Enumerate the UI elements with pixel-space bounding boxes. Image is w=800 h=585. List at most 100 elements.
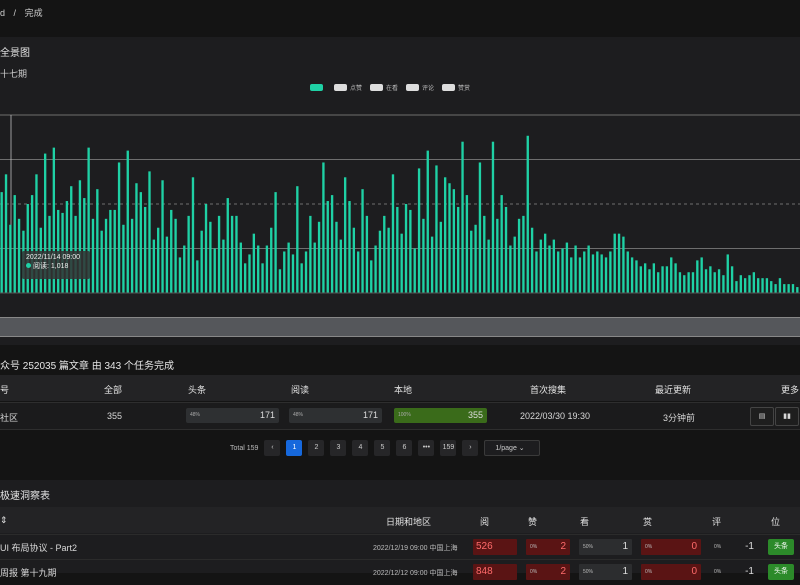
chart-bar[interactable] <box>157 227 160 293</box>
chart-bar[interactable] <box>517 218 521 293</box>
chart-bar[interactable] <box>543 233 547 293</box>
chart-bar[interactable] <box>230 215 234 293</box>
chart-bar[interactable] <box>400 233 403 293</box>
chart-bar[interactable] <box>535 251 538 293</box>
page-1[interactable]: 1 <box>286 440 303 456</box>
chart-bar[interactable] <box>335 221 338 293</box>
chart-bar[interactable] <box>583 251 586 293</box>
chart-bar[interactable] <box>504 206 508 293</box>
chart-bar[interactable] <box>496 218 499 293</box>
chart-bar[interactable] <box>65 201 69 293</box>
chart-bar[interactable] <box>722 275 725 293</box>
chart-bar[interactable] <box>691 272 695 293</box>
chart-bar[interactable] <box>304 251 308 293</box>
chart-bar[interactable] <box>217 215 221 293</box>
col-header-shang[interactable]: 赏 <box>643 515 652 528</box>
chart-bar[interactable] <box>678 272 682 293</box>
chart-bar[interactable] <box>235 215 238 293</box>
chart-bar[interactable] <box>196 260 199 293</box>
chart-bar[interactable] <box>713 272 716 293</box>
chart-bar[interactable] <box>265 245 269 293</box>
chart-bar[interactable] <box>252 233 256 293</box>
chart-bar[interactable] <box>513 236 516 293</box>
col-header-updated[interactable]: 最近更新 <box>655 383 691 396</box>
chart-bar[interactable] <box>270 227 273 293</box>
chart-bar[interactable] <box>191 177 195 293</box>
chart-bar[interactable] <box>565 242 569 293</box>
chart-bar[interactable] <box>9 224 12 293</box>
chart-bar[interactable] <box>639 266 642 293</box>
chart-bar[interactable] <box>765 278 769 293</box>
chart-bar[interactable] <box>596 251 599 293</box>
export-file-button[interactable]: ▤ <box>750 407 774 426</box>
col-header-zan[interactable]: 赞 <box>528 515 537 528</box>
page-ellipsis[interactable]: ••• <box>418 440 435 456</box>
chart-bar[interactable] <box>548 245 551 293</box>
chart-bar[interactable] <box>404 204 408 293</box>
chart-bar[interactable] <box>643 263 647 293</box>
chart-bar[interactable] <box>557 251 560 293</box>
chart-bar[interactable] <box>409 209 412 293</box>
chart-bar[interactable] <box>357 251 360 293</box>
chart-bar[interactable] <box>683 275 686 293</box>
chart-bar[interactable] <box>617 233 621 293</box>
chart-bar[interactable] <box>287 242 290 293</box>
chart-bar[interactable] <box>374 245 377 293</box>
chart-bar[interactable] <box>670 257 673 293</box>
chart-bar[interactable] <box>383 215 386 293</box>
chart-bar[interactable] <box>170 209 173 293</box>
chart-bar[interactable] <box>296 186 299 293</box>
chart-bar[interactable] <box>483 215 486 293</box>
list-item[interactable]: 周报 第十九期 2022/12/12 09:00 中国上海 848 0% 2 50… <box>0 559 800 585</box>
chart-bar[interactable] <box>604 257 608 293</box>
chart-bar[interactable] <box>309 215 312 293</box>
chart-bar[interactable] <box>622 236 625 293</box>
chart-bar[interactable] <box>652 263 656 293</box>
chart-bar[interactable] <box>600 254 603 293</box>
chart-bar[interactable] <box>291 254 295 293</box>
chart-bar[interactable] <box>26 204 29 293</box>
chart-bar[interactable] <box>609 251 612 293</box>
col-header-ping[interactable]: 评 <box>712 515 721 528</box>
chart-bar[interactable] <box>257 245 260 293</box>
chart-bar[interactable] <box>657 272 660 293</box>
chart-bar[interactable] <box>470 230 473 293</box>
chart-bar[interactable] <box>465 195 469 293</box>
chart-bar[interactable] <box>122 224 125 293</box>
page-3[interactable]: 3 <box>330 440 347 456</box>
chart-bar[interactable] <box>117 162 121 293</box>
chart-bar[interactable] <box>787 284 790 293</box>
chart-bar[interactable] <box>574 245 577 293</box>
col-header-pos[interactable]: 位 <box>771 515 780 528</box>
chart-bar[interactable] <box>339 239 342 293</box>
chart-bar[interactable] <box>422 218 425 293</box>
page-6[interactable]: 6 <box>396 440 413 456</box>
chart-bar[interactable] <box>243 263 247 293</box>
chart-bar[interactable] <box>326 201 329 293</box>
chart-bar[interactable] <box>478 162 482 293</box>
chart-bar[interactable] <box>204 204 208 293</box>
chart-bar[interactable] <box>474 224 477 293</box>
page-last[interactable]: 159 <box>440 440 457 456</box>
chart-bar[interactable] <box>491 141 495 293</box>
chart-bar[interactable] <box>522 215 525 293</box>
chart-bar[interactable] <box>791 284 795 293</box>
chart-bar[interactable] <box>317 221 321 293</box>
col-header-first[interactable]: 首次搜集 <box>530 383 566 396</box>
col-header-date[interactable]: 日期和地区 <box>386 515 431 528</box>
chart-bar[interactable] <box>174 218 177 293</box>
chart-bar[interactable] <box>648 269 651 293</box>
chart-bar[interactable] <box>226 198 229 293</box>
chart-bar[interactable] <box>709 266 712 293</box>
chart-bar[interactable] <box>322 162 325 293</box>
chart-bar[interactable] <box>665 266 669 293</box>
chart-bar[interactable] <box>130 218 134 293</box>
chart-bar[interactable] <box>91 218 95 293</box>
chart-bar[interactable] <box>717 269 721 293</box>
col-header-read2[interactable]: 阅 <box>480 515 489 528</box>
chart-bar[interactable] <box>700 257 703 293</box>
chart-bar[interactable] <box>370 260 373 293</box>
chart-bar[interactable] <box>778 278 782 293</box>
col-header-read[interactable]: 阅读 <box>291 383 309 396</box>
chart-bar[interactable] <box>126 150 129 293</box>
